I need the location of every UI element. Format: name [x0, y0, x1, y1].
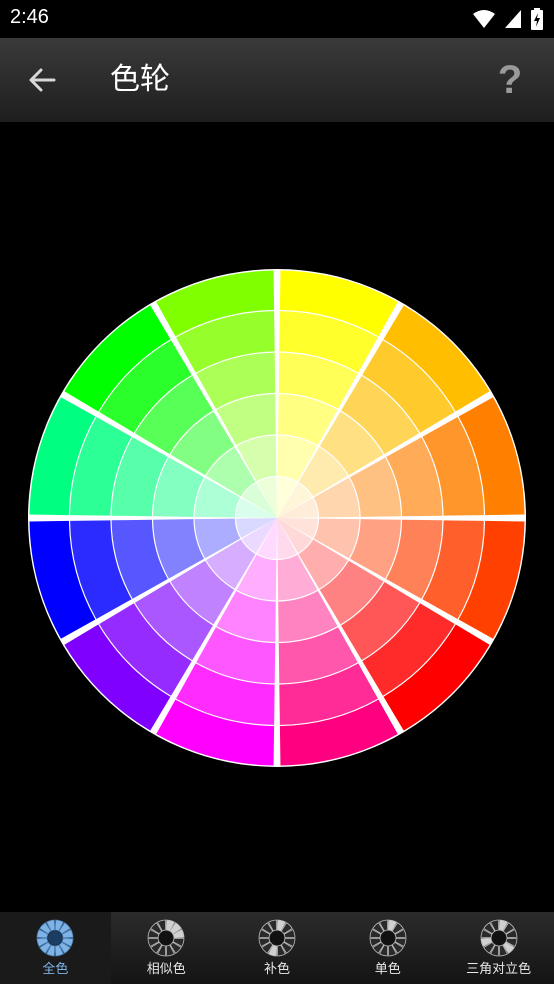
- complementary-wheel-icon: [258, 919, 296, 957]
- nav-item[interactable]: 补色: [222, 912, 333, 984]
- status-bar: 2:46: [0, 0, 554, 38]
- nav-item[interactable]: 单色: [332, 912, 443, 984]
- nav-label: 三角对立色: [466, 962, 532, 977]
- bottom-nav: 全色 相似色 补色 单色 三角对立色: [0, 912, 554, 984]
- status-time: 2:46: [10, 6, 49, 28]
- color-wheel-area: [0, 122, 554, 912]
- arrow-left-icon: [29, 68, 56, 92]
- help-button[interactable]: ?: [492, 58, 528, 102]
- status-icons: [472, 8, 544, 30]
- wifi-icon: [473, 10, 495, 28]
- nav-label: 单色: [374, 962, 401, 977]
- app-bar: 色轮 ?: [0, 38, 554, 122]
- monochrome-wheel-icon: [369, 919, 407, 957]
- nav-label: 相似色: [146, 962, 186, 977]
- color-wheel[interactable]: [0, 122, 554, 912]
- nav-label: 补色: [263, 962, 290, 977]
- back-button[interactable]: [22, 60, 62, 100]
- full-wheel-icon: [36, 919, 74, 957]
- battery-charging-icon: [531, 8, 543, 30]
- analogous-wheel-icon: [147, 919, 185, 957]
- nav-item[interactable]: 全色: [0, 912, 111, 984]
- page-title: 色轮: [110, 62, 170, 97]
- triadic-wheel-icon: [480, 919, 517, 957]
- nav-item[interactable]: 相似色: [111, 912, 222, 984]
- nav-item[interactable]: 三角对立色: [443, 912, 554, 984]
- nav-label: 全色: [42, 962, 69, 977]
- signal-icon: [505, 10, 521, 28]
